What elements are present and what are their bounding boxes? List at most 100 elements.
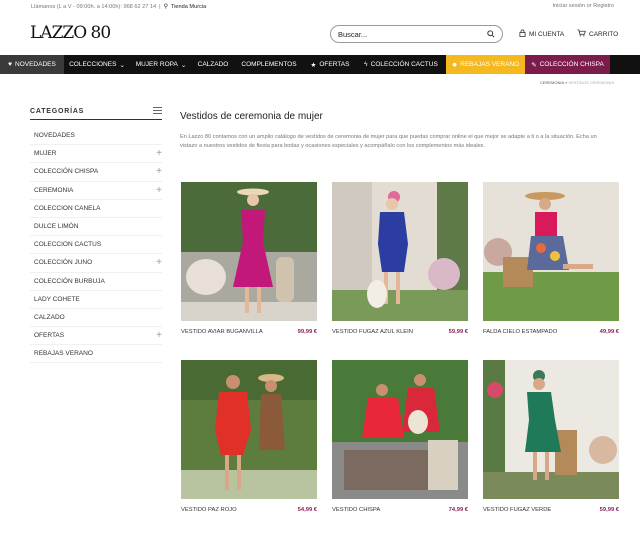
- sidebar-item-coleccion-chispa[interactable]: COLECCIÓN CHISPA +: [30, 163, 162, 182]
- bolt-icon: ϟ: [364, 61, 368, 68]
- nav-label: COMPLEMENTOS: [241, 61, 297, 68]
- nav-coleccion-chispa[interactable]: ✎ COLECCIÓN CHISPA: [525, 55, 610, 74]
- breadcrumb-separator: »: [565, 80, 568, 85]
- category-description: En Lazzo 80 contamos con un amplio catál…: [180, 134, 597, 149]
- account-label: MI CUENTA: [529, 30, 565, 38]
- product-name[interactable]: VESTIDO AVIAR BUGANVILLA: [181, 329, 263, 335]
- page-title: Vestidos de ceremonia de mujer: [180, 111, 323, 122]
- top-bar: Llámanos (L a V - 09:00h. a 14:00h): 968…: [0, 0, 640, 13]
- category-label: COLECCIÓN BURBUJA: [34, 277, 105, 285]
- search-icon[interactable]: [487, 25, 495, 43]
- product-name[interactable]: VESTIDO CHISPA: [332, 507, 380, 513]
- nav-label: CALZADO: [197, 61, 229, 68]
- product-image[interactable]: [483, 182, 619, 321]
- sidebar-item-coleccion-juno[interactable]: COLECCIÓN JUNO +: [30, 254, 162, 273]
- menu-icon[interactable]: [153, 107, 162, 116]
- category-label: COLECCIÓN JUNO: [34, 259, 93, 267]
- expand-plus-icon[interactable]: +: [156, 330, 162, 341]
- cart-label: CARRITO: [589, 30, 619, 38]
- sun-icon: ✸: [451, 61, 458, 69]
- product-card[interactable]: FALDA CIELO ESTAMPADO 49,99 €: [483, 182, 619, 335]
- main-nav: ♥ NOVEDADES COLECCIONES ⌄ MUJER ROPA ⌄ C…: [0, 55, 640, 74]
- sidebar-item-lady-cohete[interactable]: LADY COHETE: [30, 291, 162, 309]
- sidebar-item-rebajas-verano[interactable]: REBAJAS VERANO: [30, 345, 162, 364]
- nav-mujer-ropa[interactable]: MUJER ROPA ⌄: [130, 55, 192, 74]
- nav-label: OFERTAS: [319, 61, 350, 68]
- category-sidebar: CATEGORÍAS NOVEDADES MUJER + COLECCIÓN CH…: [30, 104, 162, 364]
- product-price: 54,99 €: [297, 507, 317, 513]
- account-links[interactable]: Iniciar sesión or Registro: [552, 3, 614, 9]
- site-logo[interactable]: LAZZO 80: [30, 23, 111, 43]
- product-info: VESTIDO CHISPA 74,99 €: [332, 507, 468, 513]
- category-label: COLECCIÓN CHISPA: [34, 168, 99, 176]
- breadcrumb-current: VESTIDOS CEREMONIA: [568, 80, 614, 85]
- category-label: LADY COHETE: [34, 295, 80, 303]
- product-image[interactable]: [181, 360, 317, 499]
- expand-plus-icon[interactable]: +: [156, 257, 162, 268]
- sidebar-item-ceremonia[interactable]: CEREMONIA +: [30, 182, 162, 200]
- product-name[interactable]: VESTIDO FUGAZ VERDE: [483, 507, 551, 513]
- product-image[interactable]: [181, 182, 317, 321]
- sidebar-title: CATEGORÍAS: [30, 108, 85, 115]
- product-info: VESTIDO AVIAR BUGANVILLA 99,99 €: [181, 329, 317, 335]
- sidebar-item-ofertas[interactable]: OFERTAS +: [30, 327, 162, 346]
- product-name[interactable]: VESTIDO FUGAZ AZUL KLEIN: [332, 329, 413, 335]
- nav-colecciones[interactable]: COLECCIONES ⌄: [64, 55, 130, 74]
- product-card[interactable]: VESTIDO FUGAZ VERDE 59,99 €: [483, 360, 619, 513]
- nav-label: COLECCIÓN CHISPA: [539, 61, 604, 68]
- nav-calzado[interactable]: CALZADO: [192, 55, 234, 74]
- expand-plus-icon[interactable]: +: [156, 185, 162, 196]
- category-label: CALZADO: [34, 313, 65, 321]
- sidebar-item-dulce-limon[interactable]: DULCE LIMÓN: [30, 218, 162, 237]
- product-price: 59,99 €: [448, 329, 468, 335]
- sidebar-item-novedades[interactable]: NOVEDADES: [30, 127, 162, 146]
- nav-coleccion-cactus[interactable]: ϟ COLECCIÓN CACTUS: [356, 55, 446, 74]
- store-link[interactable]: Tienda Murcia: [171, 4, 206, 10]
- cart-link[interactable]: CARRITO: [577, 29, 618, 39]
- product-name[interactable]: VESTIDO PAZ ROJO: [181, 507, 237, 513]
- category-label: REBAJAS VERANO: [34, 350, 93, 358]
- sidebar-item-coleccion-burbuja[interactable]: COLECCIÓN BURBUJA: [30, 273, 162, 291]
- product-info: VESTIDO FUGAZ VERDE 59,99 €: [483, 507, 619, 513]
- heart-icon: ♥: [8, 61, 13, 68]
- search-input[interactable]: [338, 29, 478, 39]
- search-box[interactable]: [330, 25, 503, 43]
- sidebar-header: CATEGORÍAS: [30, 104, 162, 120]
- breadcrumb-parent[interactable]: CEREMONIA: [540, 80, 564, 85]
- expand-plus-icon[interactable]: +: [156, 166, 162, 177]
- expand-plus-icon[interactable]: +: [156, 148, 162, 159]
- nav-label: COLECCIONES: [69, 61, 117, 68]
- product-card[interactable]: VESTIDO PAZ ROJO 54,99 €: [181, 360, 317, 513]
- product-card[interactable]: VESTIDO CHISPA 74,99 €: [332, 360, 468, 513]
- contact-text: Llámanos (L a V - 09:00h. a 14:00h): 968…: [31, 3, 157, 10]
- product-info: VESTIDO PAZ ROJO 54,99 €: [181, 507, 317, 513]
- separator: |: [159, 3, 161, 10]
- product-price: 99,99 €: [297, 329, 317, 335]
- product-name[interactable]: FALDA CIELO ESTAMPADO: [483, 329, 557, 335]
- nav-label: NOVEDADES: [15, 61, 56, 68]
- category-label: COLECCION CACTUS: [34, 241, 102, 249]
- sidebar-item-coleccion-canela[interactable]: COLECCION CANELA: [30, 200, 162, 218]
- my-account-link[interactable]: MI CUENTA: [519, 29, 564, 39]
- sidebar-item-mujer[interactable]: MUJER +: [30, 145, 162, 164]
- sidebar-item-calzado[interactable]: CALZADO: [30, 309, 162, 328]
- nav-novedades[interactable]: ♥ NOVEDADES: [0, 55, 64, 74]
- nav-label: REBAJAS VERANO: [460, 61, 520, 68]
- chevron-down-icon: ⌄: [119, 61, 125, 69]
- contact-info: Llámanos (L a V - 09:00h. a 14:00h): 968…: [31, 3, 206, 11]
- product-info: VESTIDO FUGAZ AZUL KLEIN 59,99 €: [332, 329, 468, 335]
- product-card[interactable]: VESTIDO AVIAR BUGANVILLA 99,99 €: [181, 182, 317, 335]
- product-image[interactable]: [483, 360, 619, 499]
- sidebar-item-coleccion-cactus[interactable]: COLECCION CACTUS: [30, 236, 162, 255]
- category-label: NOVEDADES: [34, 132, 75, 140]
- main-content: Vestidos de ceremonia de mujer En Lazzo …: [180, 111, 620, 151]
- breadcrumb: CEREMONIA » VESTIDOS CEREMONIA: [540, 80, 614, 85]
- cart-icon: [577, 29, 586, 39]
- product-image[interactable]: [332, 360, 468, 499]
- category-label: MUJER: [34, 150, 57, 158]
- product-image[interactable]: [332, 182, 468, 321]
- product-card[interactable]: VESTIDO FUGAZ AZUL KLEIN 59,99 €: [332, 182, 468, 335]
- nav-complementos[interactable]: COMPLEMENTOS: [234, 55, 304, 74]
- nav-rebajas-verano[interactable]: ✸ REBAJAS VERANO: [446, 55, 525, 74]
- nav-ofertas[interactable]: ★ OFERTAS: [304, 55, 356, 74]
